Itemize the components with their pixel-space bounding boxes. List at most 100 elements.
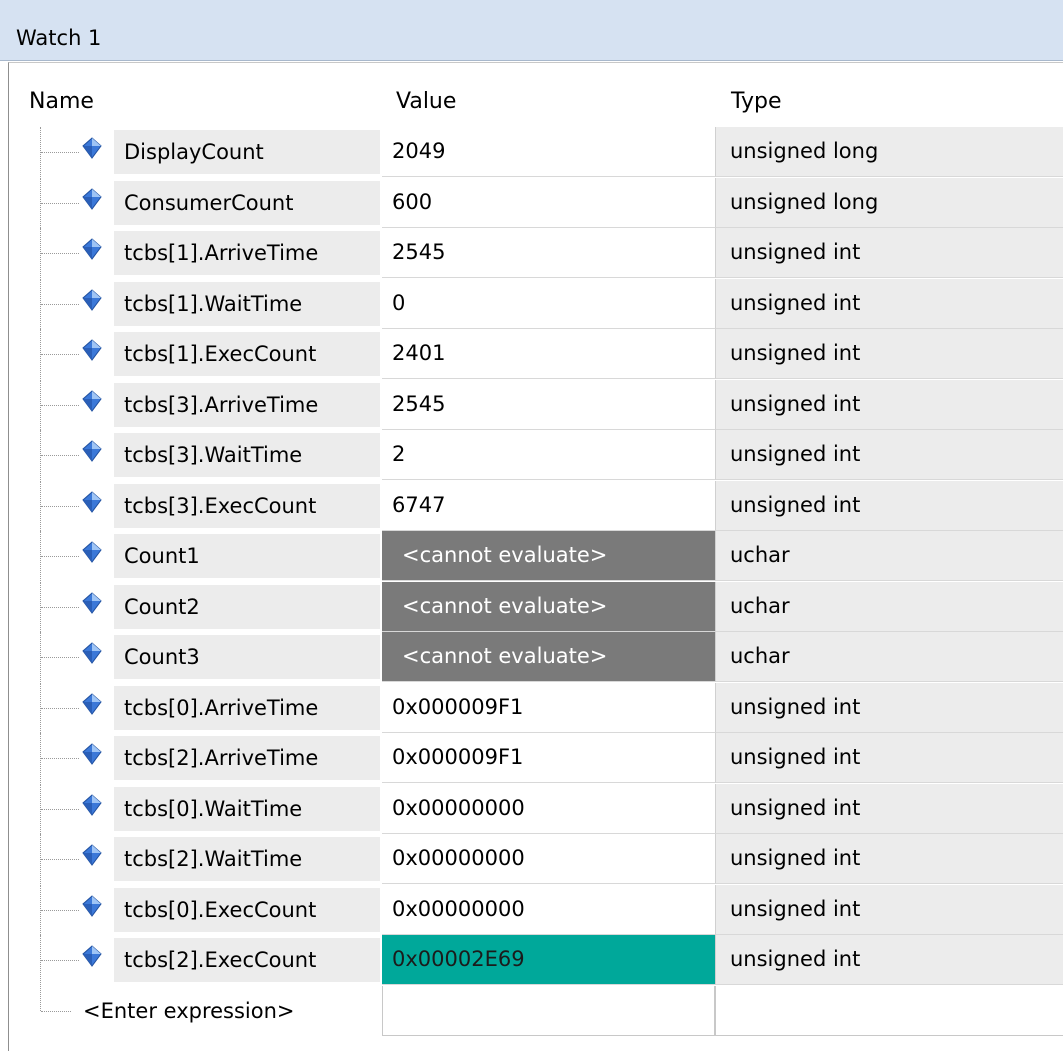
watch-value-cell[interactable]: 0x00002E69: [382, 935, 715, 985]
watch-name-cell[interactable]: tcbs[1].ExecCount: [114, 332, 380, 376]
tree-branch: [41, 556, 79, 557]
watch-name-cell[interactable]: tcbs[0].WaitTime: [114, 786, 380, 831]
grid-header: Name Value Type: [9, 63, 1063, 114]
variable-diamond-icon: [81, 137, 103, 159]
watch-name-cell[interactable]: tcbs[3].WaitTime: [114, 433, 380, 477]
enter-expression-value[interactable]: [382, 985, 715, 1036]
watch-value-cell[interactable]: 0x000009F1: [382, 733, 715, 783]
watch-type-cell: unsigned int: [715, 783, 1063, 834]
watch-row[interactable]: Count1 <cannot evaluate> uchar: [9, 531, 1063, 581]
tree-branch: [41, 1010, 71, 1012]
watch-name-cell[interactable]: tcbs[3].ExecCount: [114, 483, 380, 528]
watch-type-cell: unsigned long: [715, 127, 1063, 177]
tree-branch: [41, 404, 79, 406]
variable-diamond-icon: [81, 692, 103, 715]
watch-row[interactable]: tcbs[0].WaitTime 0x00000000 unsigned int: [9, 783, 1063, 834]
watch-row[interactable]: tcbs[3].WaitTime 2 unsigned int: [9, 430, 1063, 480]
column-header-type[interactable]: Type: [731, 63, 782, 114]
watch-type-cell: unsigned int: [715, 278, 1063, 329]
watch-value-cell[interactable]: 2545: [382, 380, 715, 430]
watch-value-cell[interactable]: 2: [382, 430, 715, 480]
watch-window-title-bar[interactable]: Watch 1: [0, 0, 1063, 61]
watch-row[interactable]: DisplayCount 2049 unsigned long: [9, 127, 1063, 177]
tree-branch: [41, 808, 79, 810]
watch-row[interactable]: tcbs[1].ArriveTime 2545 unsigned int: [9, 228, 1063, 278]
tree-branch: [41, 253, 79, 254]
variable-diamond-icon: [81, 187, 103, 210]
variable-diamond-icon: [81, 389, 103, 412]
tree-branch: [41, 152, 79, 153]
watch-type-cell: unsigned long: [715, 177, 1063, 228]
variable-diamond-icon: [81, 288, 103, 311]
watch-type-cell: unsigned int: [715, 884, 1063, 935]
variable-diamond-icon: [81, 793, 103, 816]
enter-expression-type: [715, 985, 1063, 1036]
watch-value-cell[interactable]: <cannot evaluate>: [382, 531, 715, 581]
variable-diamond-icon: [81, 490, 103, 513]
variable-diamond-icon: [81, 642, 103, 664]
tree-branch: [41, 202, 79, 204]
watch-type-cell: uchar: [715, 632, 1063, 682]
watch-row[interactable]: tcbs[1].WaitTime 0 unsigned int: [9, 278, 1063, 329]
watch-name-cell[interactable]: tcbs[3].ArriveTime: [114, 382, 380, 427]
watch-name-cell[interactable]: Count3: [114, 635, 380, 679]
watch-value-cell[interactable]: 0x00000000: [382, 784, 715, 834]
watch-row[interactable]: tcbs[3].ArriveTime 2545 unsigned int: [9, 379, 1063, 430]
variable-diamond-icon: [81, 743, 103, 765]
variable-diamond-icon: [81, 238, 103, 260]
watch-name-cell[interactable]: tcbs[2].ArriveTime: [114, 736, 380, 780]
watch-name-cell[interactable]: tcbs[1].ArriveTime: [114, 231, 380, 275]
variable-diamond-icon: [81, 440, 103, 462]
variable-diamond-icon: [81, 945, 103, 967]
watch-value-cell[interactable]: 600: [382, 178, 715, 228]
watch-name-cell[interactable]: Count1: [114, 534, 380, 578]
variable-diamond-icon: [81, 591, 103, 614]
watch-row[interactable]: tcbs[0].ExecCount 0x00000000 unsigned int: [9, 884, 1063, 935]
watch-value-cell[interactable]: 6747: [382, 481, 715, 531]
watch-type-cell: uchar: [715, 531, 1063, 581]
watch-row[interactable]: tcbs[2].ExecCount 0x00002E69 unsigned int: [9, 935, 1063, 985]
watch-row[interactable]: tcbs[3].ExecCount 6747 unsigned int: [9, 480, 1063, 531]
watch-value-cell[interactable]: 2401: [382, 329, 715, 379]
window-title: Watch 1: [16, 26, 102, 50]
column-header-value[interactable]: Value: [396, 63, 456, 114]
watch-grid[interactable]: Name Value Type DisplayCount 2049 unsigned…: [8, 62, 1063, 1051]
variable-diamond-icon: [81, 894, 103, 917]
watch-row[interactable]: Count2 <cannot evaluate> uchar: [9, 581, 1063, 632]
watch-value-cell[interactable]: 0x000009F1: [382, 683, 715, 733]
enter-expression-input[interactable]: <Enter expression>: [75, 989, 375, 1033]
watch-value-cell[interactable]: 0x00000000: [382, 885, 715, 935]
watch-row[interactable]: tcbs[0].ArriveTime 0x000009F1 unsigned int: [9, 682, 1063, 733]
column-header-name[interactable]: Name: [29, 63, 94, 114]
tree-branch: [41, 606, 79, 608]
watch-row[interactable]: tcbs[2].ArriveTime 0x000009F1 unsigned int: [9, 733, 1063, 783]
variable-diamond-icon: [81, 844, 103, 866]
watch-row[interactable]: ConsumerCount 600 unsigned long: [9, 177, 1063, 228]
watch-row[interactable]: tcbs[1].ExecCount 2401 unsigned int: [9, 329, 1063, 379]
watch-name-cell[interactable]: ConsumerCount: [114, 180, 380, 225]
watch-value-cell[interactable]: 0: [382, 279, 715, 329]
enter-expression-row[interactable]: <Enter expression>: [9, 985, 1063, 1036]
watch-value-cell[interactable]: 0x00000000: [382, 834, 715, 884]
watch-value-cell[interactable]: 2049: [382, 127, 715, 177]
watch-value-cell[interactable]: <cannot evaluate>: [382, 581, 715, 632]
tree-branch: [41, 758, 79, 759]
watch-name-cell[interactable]: Count2: [114, 584, 380, 629]
tree-branch: [41, 707, 79, 709]
watch-row[interactable]: Count3 <cannot evaluate> uchar: [9, 632, 1063, 682]
watch-row[interactable]: tcbs[2].WaitTime 0x00000000 unsigned int: [9, 834, 1063, 884]
watch-value-cell[interactable]: 2545: [382, 228, 715, 278]
watch-name-cell[interactable]: DisplayCount: [114, 130, 380, 174]
watch-type-cell: uchar: [715, 581, 1063, 632]
watch-type-cell: unsigned int: [715, 480, 1063, 531]
tree-branch: [41, 303, 79, 305]
tree-branch: [41, 960, 79, 961]
watch-value-cell[interactable]: <cannot evaluate>: [382, 632, 715, 682]
watch-name-cell[interactable]: tcbs[2].ExecCount: [114, 938, 380, 982]
watch-type-cell: unsigned int: [715, 430, 1063, 480]
tree-branch: [41, 657, 79, 658]
watch-name-cell[interactable]: tcbs[2].WaitTime: [114, 837, 380, 881]
watch-name-cell[interactable]: tcbs[0].ArriveTime: [114, 685, 380, 730]
watch-name-cell[interactable]: tcbs[1].WaitTime: [114, 281, 380, 326]
watch-name-cell[interactable]: tcbs[0].ExecCount: [114, 887, 380, 932]
